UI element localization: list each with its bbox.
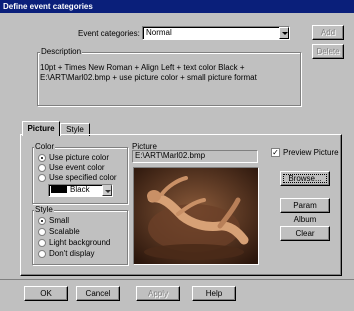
- radio-use-event-color[interactable]: Use event color: [38, 163, 105, 172]
- help-button[interactable]: Help: [192, 286, 236, 301]
- apply-button[interactable]: Apply: [136, 286, 180, 301]
- picture-preview: [133, 167, 259, 265]
- description-title: Description: [40, 47, 83, 56]
- param-album-button[interactable]: Param Album: [280, 198, 330, 224]
- style-group-title: Style: [34, 205, 54, 214]
- chevron-down-icon[interactable]: [279, 27, 289, 39]
- radio-icon[interactable]: [38, 163, 46, 172]
- description-line-1: 10pt + Times New Roman + Align Left + te…: [40, 63, 245, 72]
- event-categories-value: Normal: [146, 28, 172, 37]
- radio-icon[interactable]: [38, 238, 46, 247]
- cancel-button[interactable]: Cancel: [76, 286, 120, 301]
- preview-picture-checkbox[interactable]: ✓ Preview Picture: [271, 148, 339, 158]
- radio-icon[interactable]: [38, 216, 46, 225]
- checkmark-icon[interactable]: ✓: [271, 148, 280, 158]
- event-categories-label: Event categories:: [78, 29, 140, 38]
- title-bar: Define event categories: [0, 0, 354, 13]
- tab-picture[interactable]: Picture: [22, 121, 60, 136]
- radio-dont-display[interactable]: Don't display: [38, 249, 95, 258]
- color-swatch-dropdown[interactable]: Black: [48, 184, 113, 197]
- radio-scalable[interactable]: Scalable: [38, 227, 80, 236]
- window-title: Define event categories: [3, 2, 93, 11]
- separator: [0, 279, 354, 280]
- delete-button[interactable]: Delete: [312, 44, 344, 59]
- radio-icon[interactable]: [38, 249, 46, 258]
- radio-icon[interactable]: [38, 153, 46, 162]
- chevron-down-icon[interactable]: [102, 185, 112, 196]
- color-swatch: [51, 186, 67, 193]
- color-group-title: Color: [34, 142, 56, 151]
- event-categories-dropdown[interactable]: Normal: [142, 26, 290, 40]
- picture-path: E:\ART\Marl02.bmp: [135, 151, 206, 160]
- picture-path-field: E:\ART\Marl02.bmp: [132, 150, 258, 163]
- radio-small[interactable]: Small: [38, 216, 69, 225]
- add-button[interactable]: Add: [312, 25, 344, 40]
- preview-image: [134, 168, 258, 264]
- color-swatch-label: Black: [70, 185, 90, 194]
- browse-button[interactable]: Browse...: [280, 171, 330, 186]
- radio-use-specified-color[interactable]: Use specified color: [38, 173, 117, 182]
- radio-icon[interactable]: [38, 227, 46, 236]
- ok-button[interactable]: OK: [24, 286, 68, 301]
- radio-icon[interactable]: [38, 173, 46, 182]
- clear-button[interactable]: Clear: [280, 226, 330, 241]
- radio-light-background[interactable]: Light background: [38, 238, 110, 247]
- description-line-2: E:\ART\Marl02.bmp + use picture color + …: [40, 73, 257, 82]
- radio-use-picture-color[interactable]: Use picture color: [38, 153, 109, 162]
